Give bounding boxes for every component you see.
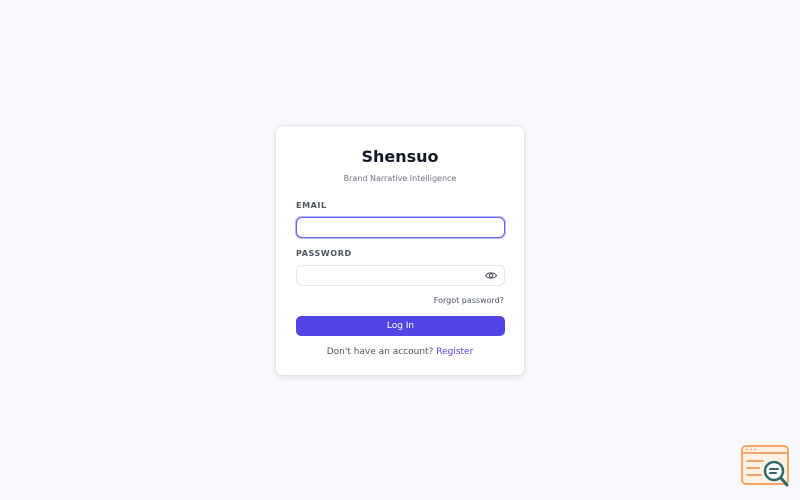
app-title: Shensuo	[361, 147, 439, 166]
register-prompt: Don't have an account?	[326, 347, 434, 357]
search-analytics-badge-icon[interactable]	[741, 445, 791, 489]
app-subtitle: Brand Narrative Intelligence	[343, 174, 457, 183]
password-field-wrapper	[296, 265, 505, 286]
email-field-wrapper	[296, 217, 505, 238]
login-card: Shensuo Brand Narrative Intelligence EMA…	[275, 125, 525, 376]
login-page: Shensuo Brand Narrative Intelligence EMA…	[0, 0, 800, 500]
password-field[interactable]	[296, 265, 505, 286]
forgot-password-row: Forgot password?	[296, 292, 504, 305]
forgot-password-link[interactable]: Forgot password?	[434, 296, 504, 305]
email-label: EMAIL	[296, 201, 327, 210]
eye-icon[interactable]	[484, 269, 498, 282]
register-link[interactable]: Register	[436, 347, 473, 357]
email-field[interactable]	[296, 217, 505, 238]
login-button[interactable]: Log In	[296, 316, 505, 336]
password-label: PASSWORD	[296, 249, 352, 258]
register-row: Don't have an account? Register	[296, 346, 504, 358]
